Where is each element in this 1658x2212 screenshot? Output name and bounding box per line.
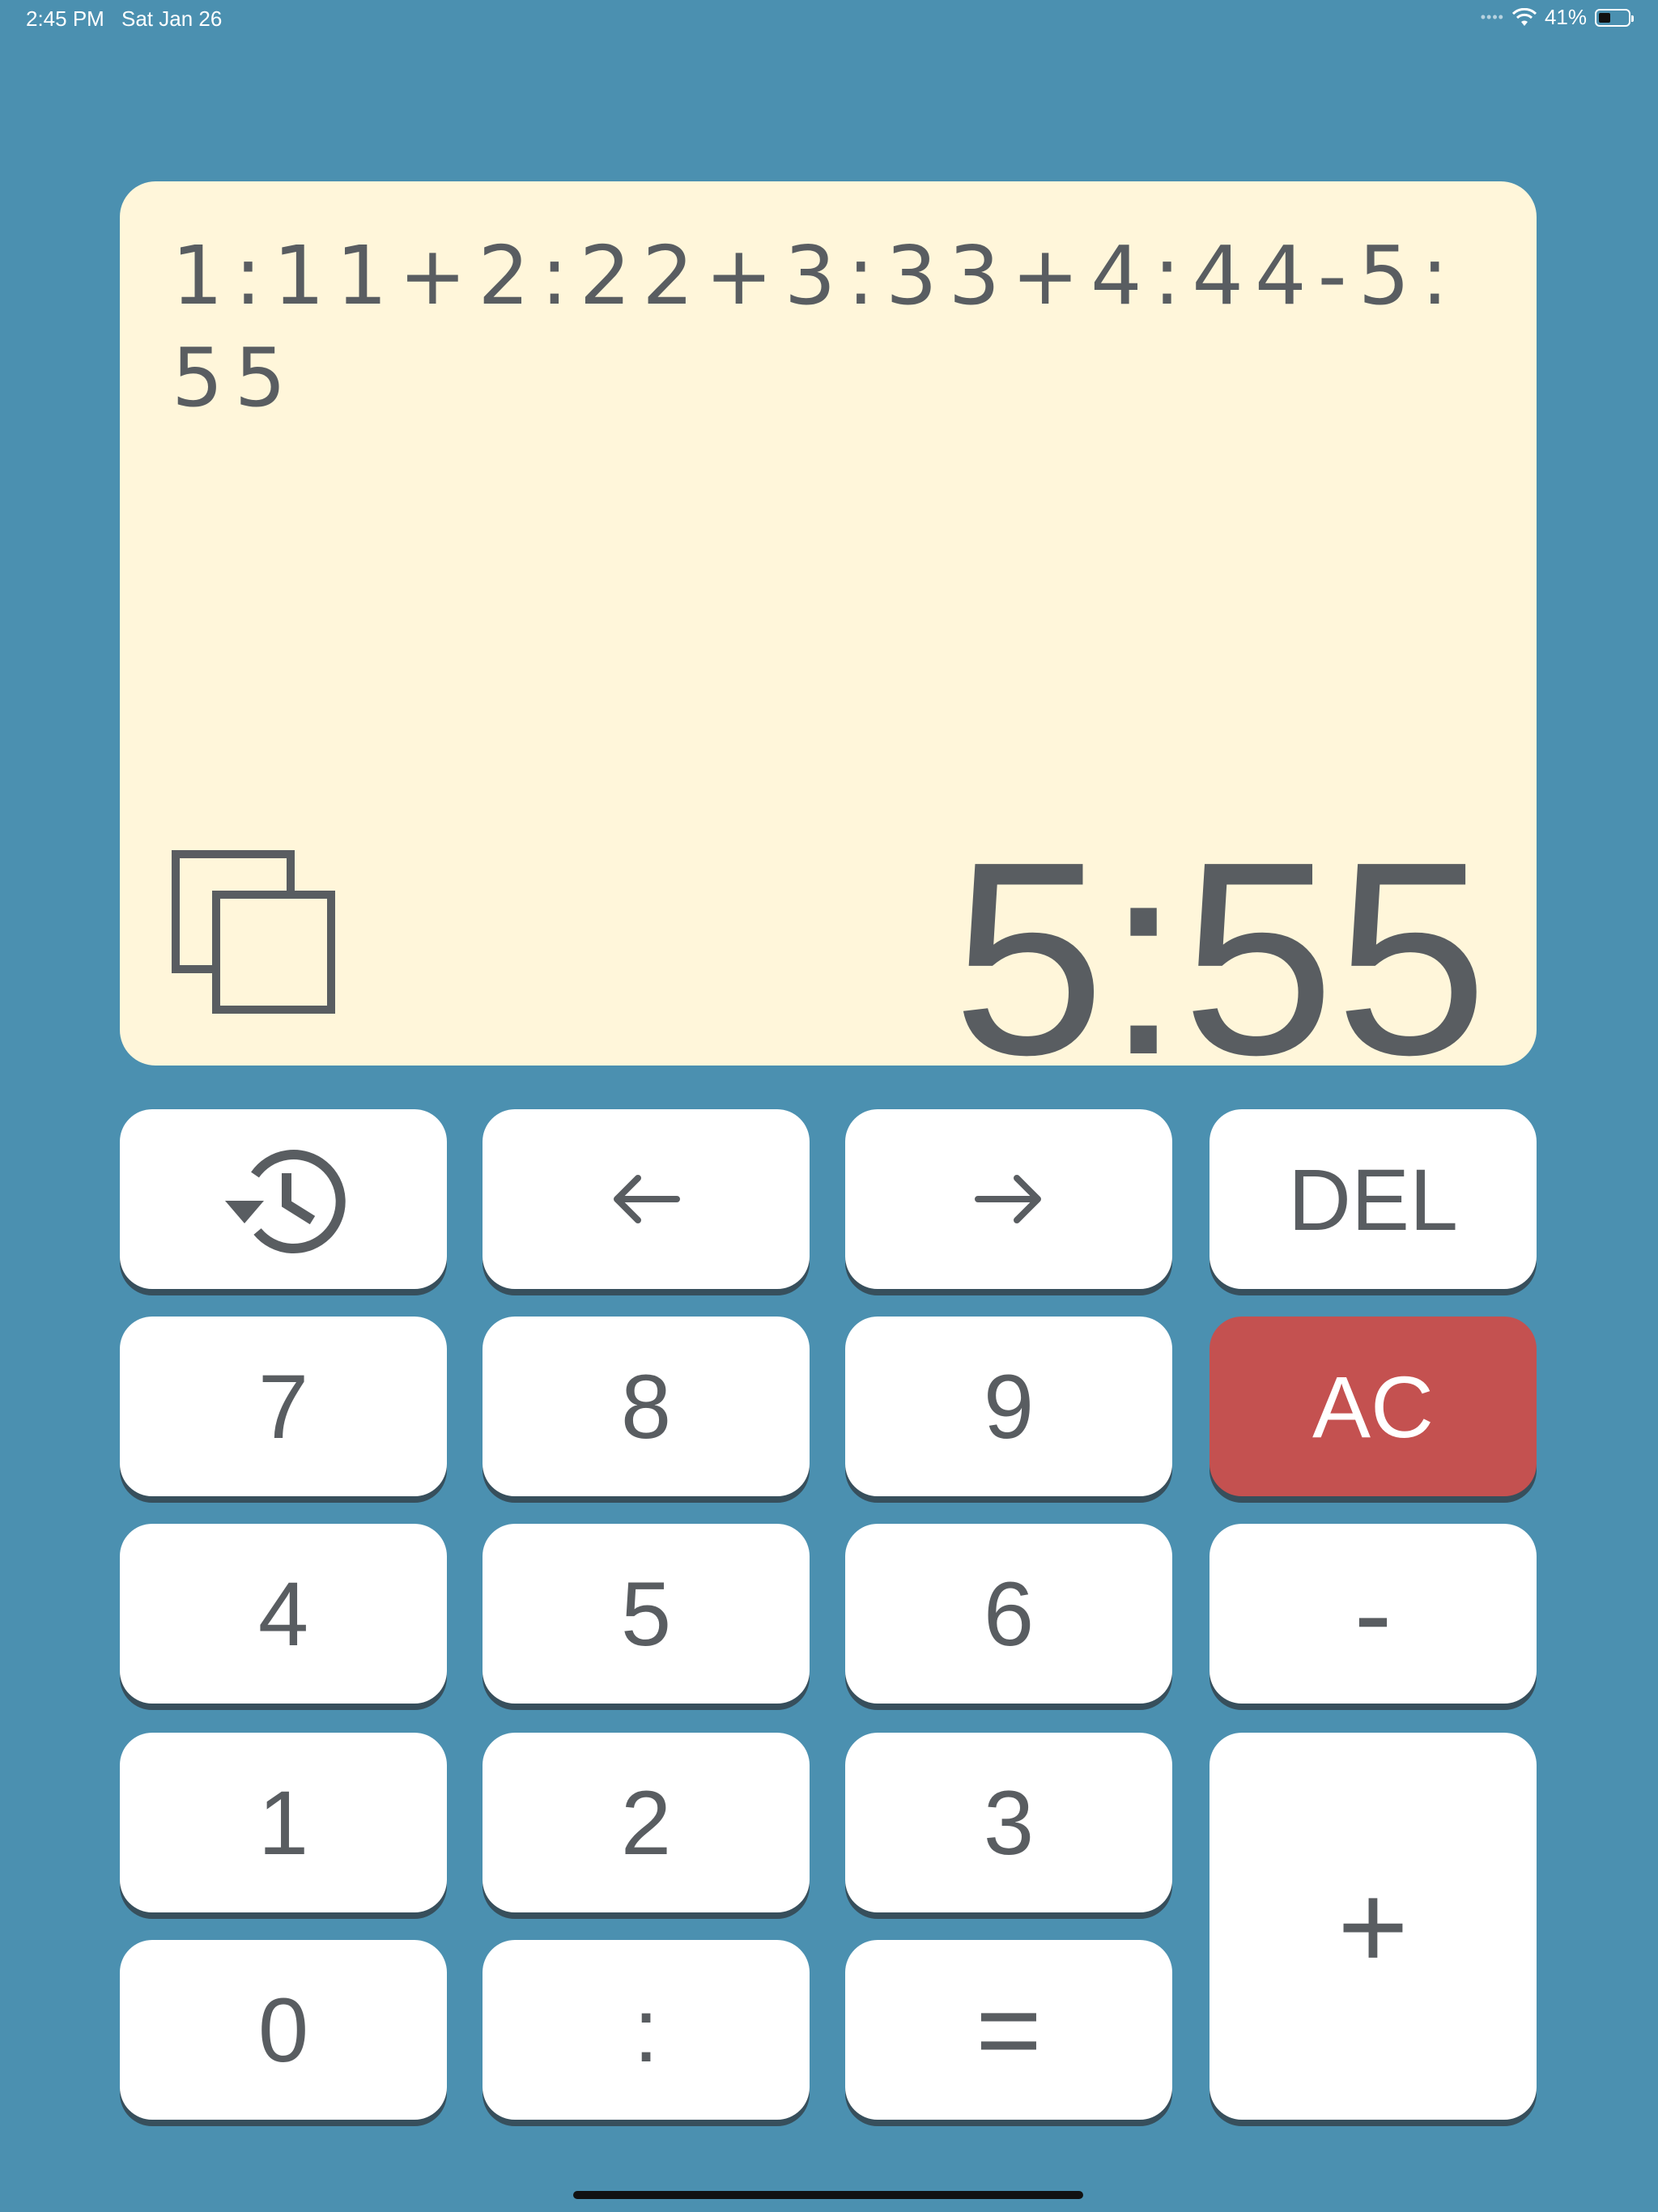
digit-0-button[interactable]: 0 [120, 1940, 447, 2120]
all-clear-button[interactable]: AC [1209, 1317, 1537, 1496]
digit-6-button[interactable]: 6 [845, 1524, 1172, 1704]
digit-2-button[interactable]: 2 [483, 1733, 810, 1912]
colon-button[interactable]: : [483, 1940, 810, 2120]
digit-7-button[interactable]: 7 [120, 1317, 447, 1496]
status-time: 2:45 PM [26, 6, 104, 31]
cursor-right-button[interactable] [845, 1109, 1172, 1289]
status-indicators: •••• 41% [1480, 5, 1634, 30]
delete-button[interactable]: DEL [1209, 1109, 1537, 1289]
expression-text: 1:11+2:22+3:33+4:44-5:55 [172, 228, 1460, 425]
digit-1-button[interactable]: 1 [120, 1733, 447, 1912]
copy-icon[interactable] [172, 850, 338, 1017]
minus-button[interactable]: - [1209, 1524, 1537, 1704]
cellular-signal-icon: •••• [1480, 9, 1504, 25]
battery-fill [1599, 12, 1610, 23]
digit-3-button[interactable]: 3 [845, 1733, 1172, 1912]
battery-icon [1595, 8, 1634, 27]
digit-5-button[interactable]: 5 [483, 1524, 810, 1704]
equals-button[interactable]: = [845, 1940, 1172, 2120]
history-button[interactable] [120, 1109, 447, 1289]
digit-8-button[interactable]: 8 [483, 1317, 810, 1496]
history-icon [225, 1150, 346, 1254]
status-date: Sat Jan 26 [121, 6, 223, 31]
battery-percentage: 41% [1544, 5, 1587, 29]
plus-button[interactable]: + [1209, 1733, 1537, 2120]
digit-9-button[interactable]: 9 [845, 1317, 1172, 1496]
wifi-icon [1511, 7, 1537, 26]
display-panel: 1:11+2:22+3:33+4:44-5:55 5:55 [120, 181, 1537, 1096]
arrow-right-icon [975, 1175, 1041, 1223]
status-bar: 2:45 PM Sat Jan 26 •••• 41% [0, 0, 1658, 40]
cursor-left-button[interactable] [483, 1109, 810, 1289]
arrow-left-icon [614, 1175, 680, 1223]
home-indicator[interactable] [573, 2191, 1083, 2199]
result-value: 5:55 [952, 805, 1488, 1112]
digit-4-button[interactable]: 4 [120, 1524, 447, 1704]
